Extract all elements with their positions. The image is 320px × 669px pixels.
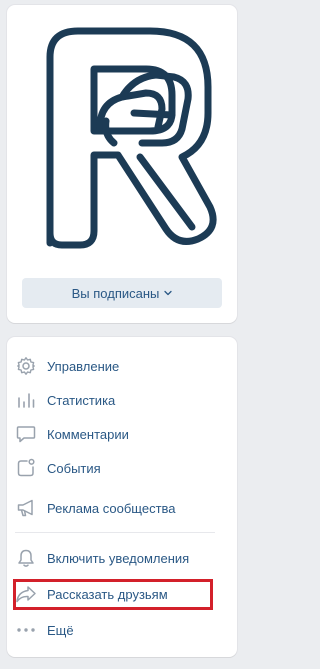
menu-item-comments[interactable]: Комментарии [15, 420, 215, 448]
gear-icon [15, 355, 37, 377]
menu-item-label: Рассказать друзьям [47, 586, 168, 602]
megaphone-icon [15, 497, 37, 519]
menu-item-statistics[interactable]: Статистика [15, 386, 215, 414]
subscribed-button[interactable]: Вы подписаны [22, 278, 222, 308]
menu-item-label: Комментарии [47, 426, 129, 442]
menu-item-label: Включить уведомления [47, 550, 190, 566]
menu-item-more[interactable]: Ещё [15, 616, 215, 644]
menu-item-label: Ещё [47, 622, 74, 638]
menu-item-notifications[interactable]: Включить уведомления [15, 544, 215, 572]
subscribed-label: Вы подписаны [71, 285, 160, 301]
menu-item-events[interactable]: События [15, 454, 215, 482]
menu-item-share[interactable]: Рассказать друзьям [15, 580, 215, 608]
menu-item-label: Статистика [47, 392, 116, 408]
bell-icon [15, 547, 37, 569]
menu-item-ads[interactable]: Реклама сообщества [15, 494, 215, 522]
more-dots-icon [15, 619, 37, 641]
share-arrow-icon [15, 583, 37, 605]
group-logo[interactable] [22, 17, 222, 257]
stats-bars-icon [15, 389, 37, 411]
group-header-card: Вы подписаны [7, 5, 237, 323]
menu-item-label: Управление [47, 358, 120, 374]
chevron-down-icon [164, 290, 173, 296]
menu-item-manage[interactable]: Управление [15, 352, 215, 380]
comment-icon [15, 423, 37, 445]
group-logo-image [46, 27, 217, 249]
menu-item-label: Реклама сообщества [47, 500, 176, 516]
menu-item-label: События [47, 460, 101, 476]
events-icon [15, 457, 37, 479]
menu-divider [15, 532, 215, 533]
